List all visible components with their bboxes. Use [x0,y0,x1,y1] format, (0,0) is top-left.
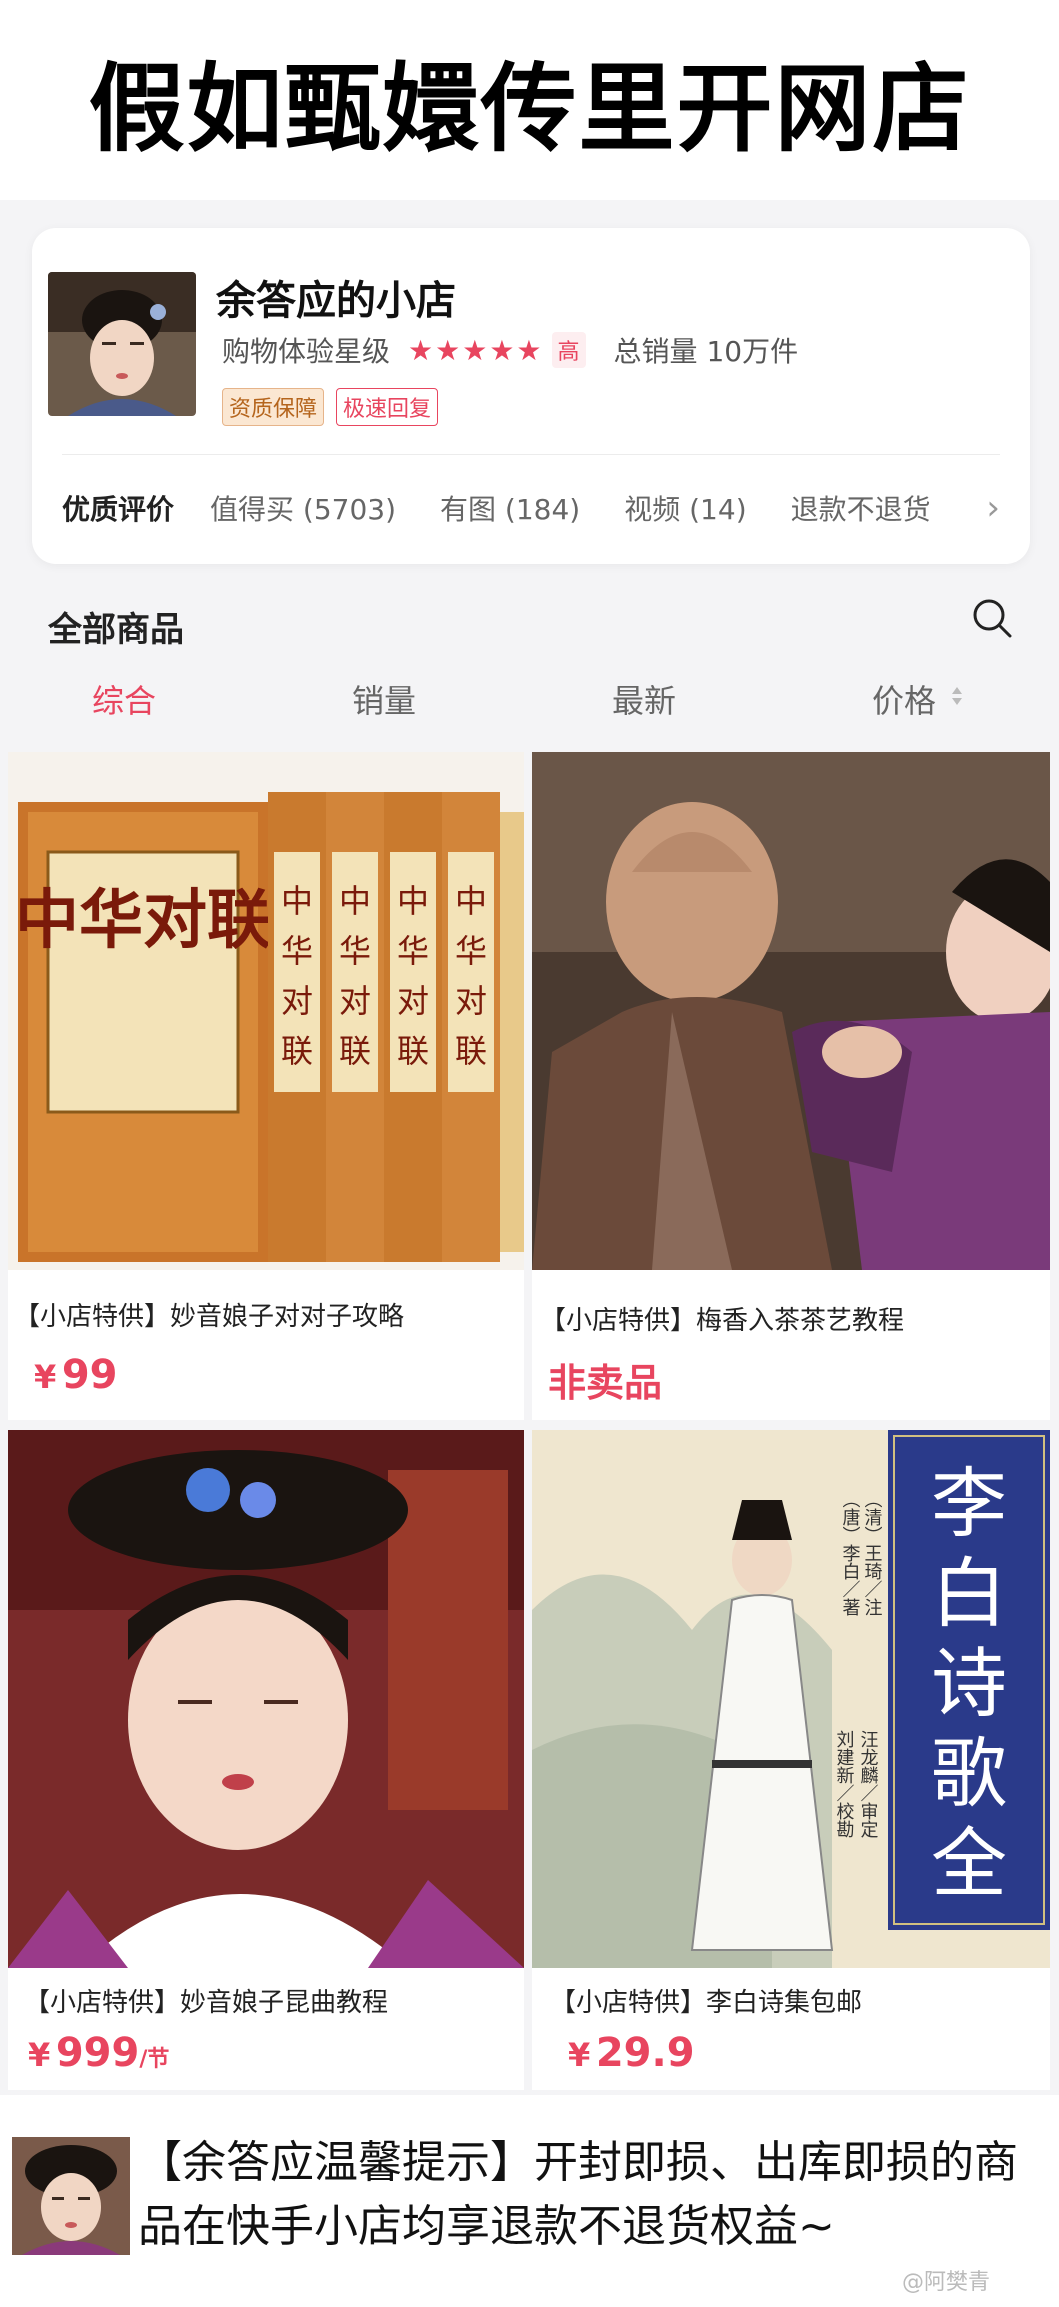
star-rating-icon: ★★★★★ [408,333,544,367]
total-sales: 总销量 10万件 [613,335,799,368]
footer-avatar [12,2137,130,2255]
badge-qualification: 资质保障 [222,388,325,426]
svg-text:华: 华 [455,932,487,970]
review-filter-with-images[interactable]: 有图 (184) [440,488,580,528]
tab-newest[interactable]: 最新 [612,676,676,722]
product-card[interactable]: 李 白 诗 歌 全 （唐）李白／著 （清）王琦／注 刘建新／校勘 汪龙麟／审定 … [532,1430,1050,2090]
svg-text:联: 联 [339,1032,371,1070]
badge-fast-reply: 极速回复 [336,388,439,426]
review-filter-refund[interactable]: 退款不退货 [791,488,931,528]
product-price: ¥ 999/节 [28,2030,170,2076]
book-author-3: 刘建新／校勘 [834,1730,855,1838]
svg-text:对: 对 [455,982,487,1020]
sort-arrows-icon [952,687,962,705]
svg-text:歌: 歌 [931,1729,1007,1818]
product-image-tea-scene[interactable] [532,752,1050,1270]
reviews-title: 优质评价 [62,493,175,526]
svg-text:中: 中 [455,882,487,920]
svg-text:华: 华 [281,932,313,970]
rating-label: 购物体验星级 [222,335,391,368]
headline-text: 假如甄嬛传里开网店 [88,52,971,165]
svg-text:白: 白 [931,1549,1007,1638]
product-title[interactable]: 【小店特供】妙音娘子对对子攻略 [14,1296,404,1333]
book-title-text: 中华对联 [15,883,271,958]
svg-text:华: 华 [339,932,371,970]
product-title[interactable]: 【小店特供】妙音娘子昆曲教程 [24,1982,388,2019]
shop-badges: 资质保障 极速回复 [222,388,439,426]
product-title[interactable]: 【小店特供】李白诗集包邮 [550,1982,862,2019]
svg-text:对: 对 [397,982,429,1020]
shop-name: 余答应的小店 [216,278,456,324]
product-image-poetry-book[interactable]: 李 白 诗 歌 全 （唐）李白／著 （清）王琦／注 刘建新／校勘 汪龙麟／审定 [532,1430,1050,1968]
product-price: 非卖品 [548,1361,663,1405]
svg-text:诗: 诗 [931,1639,1007,1728]
tab-comprehensive[interactable]: 综合 [92,676,156,722]
svg-text:中: 中 [397,882,429,920]
review-filter-worth-buying[interactable]: 值得买 (5703) [210,488,396,528]
review-filter-videos[interactable]: 视频 (14) [624,488,746,528]
rating-level-badge: 高 [551,332,586,368]
svg-text:联: 联 [455,1032,487,1070]
divider [62,454,1000,455]
product-card[interactable]: 【小店特供】梅香入茶茶艺教程 非卖品 [532,752,1050,1420]
sort-tabs: 综合 销量 最新 价格 [0,676,1059,728]
svg-text:全: 全 [931,1819,1007,1908]
watermark: @阿樊青 [902,2270,991,2295]
svg-text:对: 对 [281,982,313,1020]
svg-text:联: 联 [397,1032,429,1070]
svg-text:中: 中 [281,882,313,920]
book-author-4: 汪龙麟／审定 [858,1730,879,1838]
tab-price[interactable]: 价格 [872,676,936,722]
svg-text:李: 李 [931,1459,1007,1548]
product-title[interactable]: 【小店特供】梅香入茶茶艺教程 [540,1300,904,1337]
section-title: 全部商品 [48,610,184,650]
svg-text:联: 联 [281,1032,313,1070]
product-card[interactable]: 【小店特供】妙音娘子昆曲教程 ¥ 999/节 [8,1430,524,2090]
product-price: ¥ 99 [34,1352,118,1398]
product-card[interactable]: 中华对联 中 中 中 中 华 华 华 华 对 对 对 对 联 联 联 联 【小店… [8,752,524,1420]
footer-tip: 【余答应温馨提示】开封即损、出库即损的商品在快手小店均享退款不退货权益~ [0,2095,1059,2307]
footer-tip-text: 【余答应温馨提示】开封即损、出库即损的商品在快手小店均享退款不退货权益~ [138,2137,1018,2252]
product-price: ¥ 29.9 [568,2030,695,2076]
headline-banner: 假如甄嬛传里开网店 [0,0,1059,200]
rating-row: 购物体验星级 ★★★★★ 高 总销量 10万件 [222,330,798,370]
tab-sales[interactable]: 销量 [352,676,416,722]
shop-avatar[interactable] [48,272,196,416]
book-author-2: （清）王琦／注 [862,1490,883,1616]
product-image-book-couplets[interactable]: 中华对联 中 中 中 中 华 华 华 华 对 对 对 对 联 联 联 联 [8,752,524,1270]
shop-card[interactable]: 余答应的小店 购物体验星级 ★★★★★ 高 总销量 10万件 资质保障 极速回复… [32,228,1030,564]
svg-text:对: 对 [339,982,371,1020]
svg-text:华: 华 [397,932,429,970]
review-row[interactable]: 优质评价 值得买 (5703) 有图 (184) 视频 (14) 退款不退货 › [62,488,1000,528]
book-author-1: （唐）李白／著 [840,1490,861,1616]
chevron-right-icon[interactable]: › [986,488,1000,528]
svg-text:中: 中 [339,882,371,920]
search-icon[interactable] [970,596,1014,640]
product-image-opera-performer[interactable] [8,1430,524,1968]
